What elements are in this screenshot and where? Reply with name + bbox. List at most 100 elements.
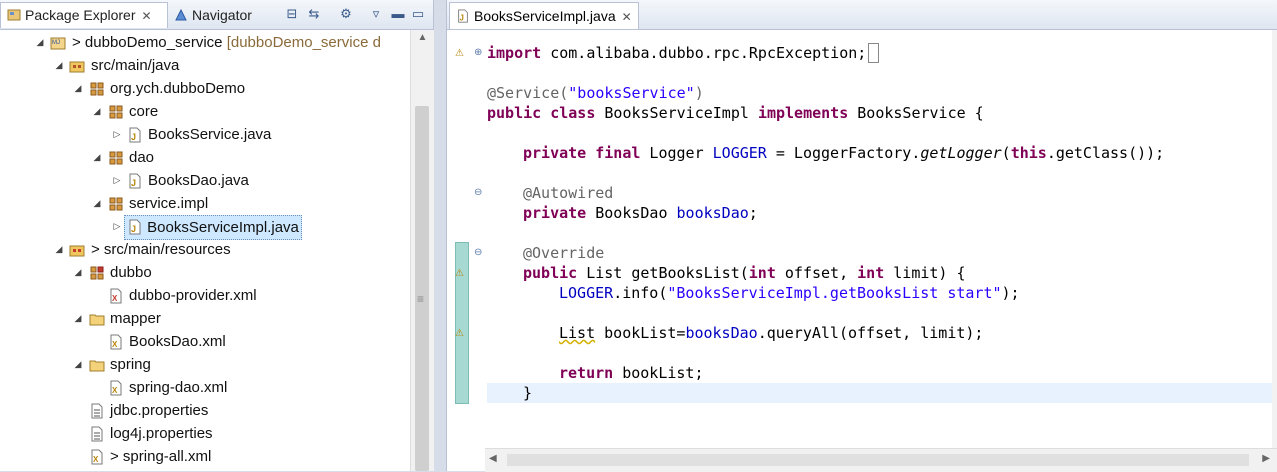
source-folder-icon xyxy=(69,61,85,73)
editor-horizontal-scrollbar[interactable]: ◀ ▶ xyxy=(485,448,1277,472)
link-with-editor-icon[interactable]: ⇆ xyxy=(306,6,322,22)
code-editor: J BooksServiceImpl.java ✕ ⚠ ⚠ ⚠ ⊕ ⊖ ⊖ impo… xyxy=(446,0,1277,472)
code-line: public List getBooksList(int offset, int… xyxy=(523,264,966,282)
collapse-all-icon[interactable]: ⊟ xyxy=(284,6,300,22)
warning-icon[interactable]: ⚠ xyxy=(455,47,467,61)
collapse-fold-icon[interactable]: ⊖ xyxy=(474,188,484,198)
tree-item-label: src/main/java xyxy=(91,57,180,74)
resource-folder-icon xyxy=(69,245,85,257)
code-line: return bookList; xyxy=(559,364,704,382)
scrollbar-thumb[interactable] xyxy=(507,454,1249,466)
close-icon[interactable]: ✕ xyxy=(622,10,632,24)
tree-item-label: J BooksServiceImpl.java xyxy=(124,215,302,240)
minimize-icon[interactable]: ▬ xyxy=(390,6,406,22)
code-area[interactable]: import com.alibaba.dubbo.rpc.RpcExceptio… xyxy=(487,30,1273,471)
package-icon xyxy=(90,266,104,280)
collapsed-arrow-icon[interactable]: ▷ xyxy=(111,123,123,146)
maximize-icon[interactable]: ▭ xyxy=(410,6,426,22)
tree-item-label: spring xyxy=(110,356,151,373)
expand-arrow-icon[interactable]: ◢ xyxy=(91,146,103,169)
current-line-highlight xyxy=(487,383,1273,403)
scrollbar-thumb[interactable] xyxy=(415,106,429,471)
tree-item-label: > src/main/resources xyxy=(91,241,231,258)
tree-item-label: jdbc.properties xyxy=(110,402,209,419)
tree-item-label: > dubboDemo_service [dubboDemo_service d xyxy=(72,34,381,51)
code-line: @Service("booksService") xyxy=(487,84,704,102)
code-line: public class BooksServiceImpl implements… xyxy=(487,104,984,122)
svg-text:MJ: MJ xyxy=(52,40,60,46)
code-line: private BooksDao booksDao; xyxy=(523,204,758,222)
scroll-grip-icon: ≡ xyxy=(417,292,425,306)
project-tree: ◢ MJ > dubboDemo_service [dubboDemo_serv… xyxy=(0,30,410,471)
expand-arrow-icon[interactable]: ◢ xyxy=(72,307,84,330)
code-line: } xyxy=(523,384,533,402)
view-tab-bar: Package Explorer ✕ Navigator ⊟ ⇆ ⚙ ▿ ▬ ▭ xyxy=(0,0,433,30)
package-icon xyxy=(109,105,123,119)
tree-item-label: BooksDao.java xyxy=(148,172,249,189)
code-line: import com.alibaba.dubbo.rpc.RpcExceptio… xyxy=(487,43,880,63)
tab-navigator[interactable]: Navigator xyxy=(168,3,278,28)
editor-tab-label: BooksServiceImpl.java xyxy=(474,8,616,24)
svg-text:X: X xyxy=(112,294,118,303)
expand-arrow-icon[interactable]: ◢ xyxy=(72,353,84,376)
tree-item-label: spring-dao.xml xyxy=(129,379,228,396)
package-explorer-panel: Package Explorer ✕ Navigator ⊟ ⇆ ⚙ ▿ ▬ ▭ … xyxy=(0,0,434,471)
tree-item-label: BooksDao.xml xyxy=(129,333,226,350)
package-icon xyxy=(109,151,123,165)
expand-fold-icon[interactable]: ⊕ xyxy=(474,48,484,58)
scroll-up-icon[interactable]: ▲ xyxy=(411,32,434,43)
expand-arrow-icon[interactable]: ◢ xyxy=(53,238,65,261)
editor-vertical-scrollbar[interactable] xyxy=(1272,30,1277,450)
collapsed-arrow-icon[interactable]: ▷ xyxy=(111,215,123,238)
view-menu-icon[interactable]: ▿ xyxy=(368,6,384,22)
tree-item-label: BooksService.java xyxy=(148,126,272,143)
expand-arrow-icon[interactable]: ◢ xyxy=(91,100,103,123)
svg-text:J: J xyxy=(131,132,136,142)
tree-item-label: dubbo-provider.xml xyxy=(129,287,257,304)
svg-text:J: J xyxy=(131,178,136,188)
collapsed-arrow-icon[interactable]: ▷ xyxy=(111,169,123,192)
expand-arrow-icon[interactable]: ◢ xyxy=(72,77,84,100)
code-line: List bookList=booksDao.queryAll(offset, … xyxy=(559,324,984,342)
expand-arrow-icon[interactable]: ◢ xyxy=(53,54,65,77)
scroll-left-icon[interactable]: ◀ xyxy=(489,453,497,464)
java-file-icon: J xyxy=(129,127,141,143)
tree-item-label: mapper xyxy=(110,310,161,327)
tree-item-label: service.impl xyxy=(129,195,209,212)
code-line: private final Logger LOGGER = LoggerFact… xyxy=(523,144,1165,162)
tab-booksserviceimpl[interactable]: J BooksServiceImpl.java ✕ xyxy=(449,2,639,29)
tab-label: Package Explorer xyxy=(25,7,136,23)
package-icon xyxy=(90,82,104,96)
expand-arrow-icon[interactable]: ◢ xyxy=(91,192,103,215)
package-explorer-icon xyxy=(7,9,21,21)
code-line: @Autowired xyxy=(523,184,614,202)
package-icon xyxy=(109,197,123,211)
editor-body[interactable]: ⚠ ⚠ ⚠ ⊕ ⊖ ⊖ import com.alibaba.dubbo.rpc… xyxy=(447,30,1277,472)
xml-file-icon: X xyxy=(110,288,122,304)
tree-scrollbar[interactable]: ▲ ≡ xyxy=(410,30,434,471)
warning-icon[interactable]: ⚠ xyxy=(455,267,467,281)
collapse-fold-icon[interactable]: ⊖ xyxy=(474,248,484,258)
editor-tab-bar: J BooksServiceImpl.java ✕ xyxy=(447,0,1277,30)
tab-package-explorer[interactable]: Package Explorer ✕ xyxy=(0,2,168,28)
tree-item-label: core xyxy=(129,103,159,120)
expand-arrow-icon[interactable]: ◢ xyxy=(34,31,46,54)
code-line: LOGGER.info("BooksServiceImpl.getBooksLi… xyxy=(559,284,1020,302)
tree-item-label: > spring-all.xml xyxy=(110,448,212,465)
close-icon[interactable]: ✕ xyxy=(142,9,152,23)
warning-icon[interactable]: ⚠ xyxy=(455,327,467,341)
tree-item-label: log4j.properties xyxy=(110,425,213,442)
svg-text:J: J xyxy=(131,224,136,234)
maven-project-icon: MJ xyxy=(50,37,66,50)
tree-item-label: dao xyxy=(129,149,155,166)
scroll-right-icon[interactable]: ▶ xyxy=(1262,453,1270,464)
folder-icon xyxy=(89,360,105,372)
navigator-icon xyxy=(175,8,187,21)
properties-file-icon xyxy=(91,426,103,442)
svg-text:J: J xyxy=(460,13,464,22)
xml-file-icon: X xyxy=(110,380,122,396)
expand-arrow-icon[interactable]: ◢ xyxy=(72,261,84,284)
focus-icon[interactable]: ⚙ xyxy=(338,6,354,22)
tab-label: Navigator xyxy=(192,7,252,23)
folder-icon xyxy=(89,314,105,326)
